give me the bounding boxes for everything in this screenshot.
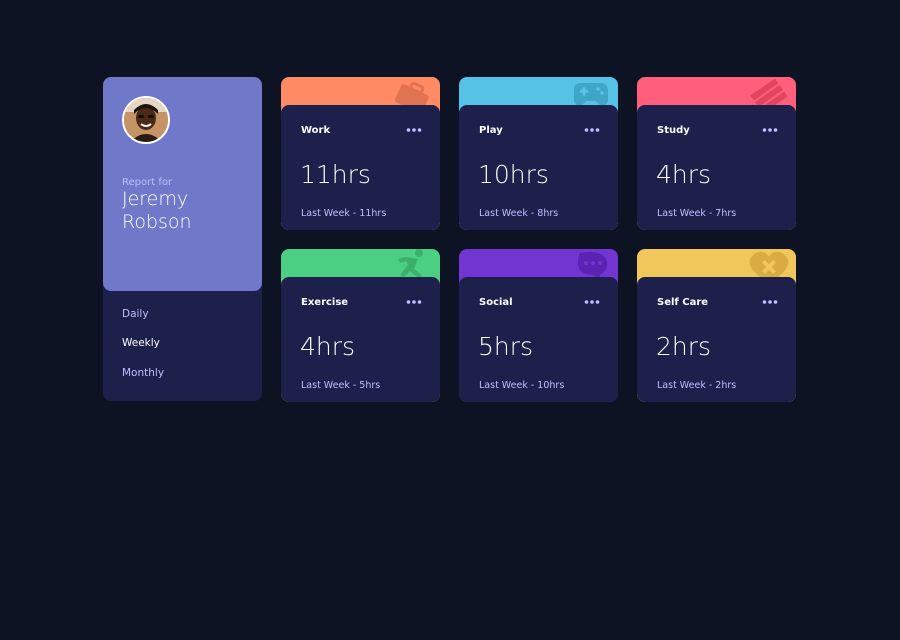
timeframe-weekly[interactable]: Weekly (122, 337, 160, 349)
timeframe-monthly[interactable]: Monthly (122, 367, 164, 379)
current-hours: 4hrs (300, 332, 356, 361)
card-body[interactable]: Study 4hrs Last Week - 7hrs (637, 105, 796, 230)
previous-hours: Last Week - 11hrs (301, 208, 387, 219)
card-title: Exercise (301, 297, 349, 308)
card-body[interactable]: Work 11hrs Last Week - 11hrs (281, 105, 440, 230)
card-title: Self Care (657, 297, 709, 308)
profile-card: Report for Jeremy Robson Daily Weekly Mo… (103, 77, 262, 401)
previous-hours: Last Week - 10hrs (479, 380, 565, 391)
current-hours: 4hrs (656, 160, 712, 189)
activity-card-study: Study 4hrs Last Week - 7hrs (637, 77, 796, 230)
more-options-icon[interactable] (762, 125, 778, 135)
current-hours: 2hrs (656, 332, 712, 361)
report-for-label: Report for (122, 177, 173, 188)
current-hours: 10hrs (478, 160, 549, 189)
card-body[interactable]: Exercise 4hrs Last Week - 5hrs (281, 277, 440, 402)
more-options-icon[interactable] (584, 125, 600, 135)
card-title: Work (301, 125, 331, 136)
current-hours: 11hrs (300, 160, 371, 189)
card-body[interactable]: Play 10hrs Last Week - 8hrs (459, 105, 618, 230)
activity-card-self-care: Self Care 2hrs Last Week - 2hrs (637, 249, 796, 402)
previous-hours: Last Week - 2hrs (657, 380, 737, 391)
previous-hours: Last Week - 8hrs (479, 208, 559, 219)
avatar (122, 96, 170, 144)
card-title: Study (657, 125, 690, 136)
card-title: Social (479, 297, 513, 308)
activity-card-work: Work 11hrs Last Week - 11hrs (281, 77, 440, 230)
more-options-icon[interactable] (406, 297, 422, 307)
timeframe-daily[interactable]: Daily (122, 308, 149, 320)
previous-hours: Last Week - 7hrs (657, 208, 737, 219)
activity-card-social: Social 5hrs Last Week - 10hrs (459, 249, 618, 402)
more-options-icon[interactable] (762, 297, 778, 307)
user-name: Jeremy Robson (122, 188, 192, 233)
activity-card-play: Play 10hrs Last Week - 8hrs (459, 77, 618, 230)
card-body[interactable]: Self Care 2hrs Last Week - 2hrs (637, 277, 796, 402)
profile-header: Report for Jeremy Robson (103, 77, 262, 291)
more-options-icon[interactable] (406, 125, 422, 135)
card-body[interactable]: Social 5hrs Last Week - 10hrs (459, 277, 618, 402)
activity-card-exercise: Exercise 4hrs Last Week - 5hrs (281, 249, 440, 402)
more-options-icon[interactable] (584, 297, 600, 307)
previous-hours: Last Week - 5hrs (301, 380, 381, 391)
card-title: Play (479, 125, 503, 136)
current-hours: 5hrs (478, 332, 534, 361)
